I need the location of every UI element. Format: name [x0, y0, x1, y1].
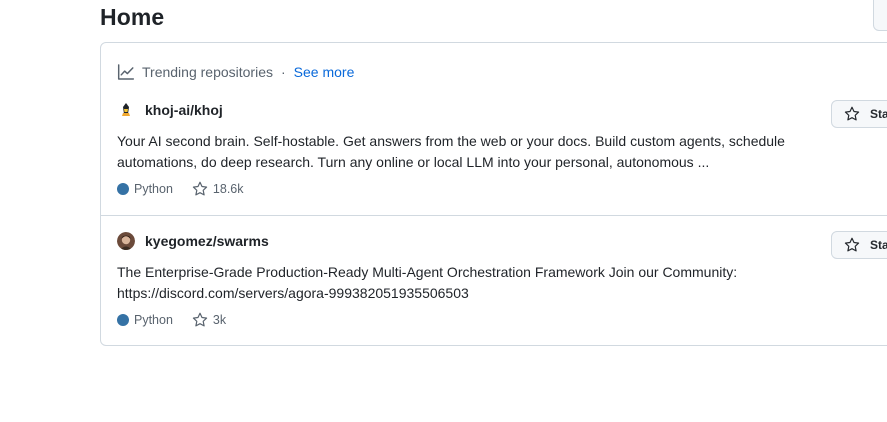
star-icon — [192, 312, 208, 327]
avatar[interactable] — [117, 232, 135, 250]
repo-item: khoj-ai/khoj Your AI second brain. Self-… — [101, 93, 887, 216]
language-color-dot — [117, 314, 129, 326]
star-button[interactable]: Star — [831, 231, 887, 259]
khoj-avatar-icon — [117, 101, 135, 119]
avatar[interactable] — [117, 101, 135, 119]
language-color-dot — [117, 183, 129, 195]
see-more-link[interactable]: See more — [294, 64, 355, 80]
page-title: Home — [100, 4, 165, 30]
star-icon — [844, 106, 860, 121]
trending-title: Trending repositories — [142, 64, 273, 80]
header-separator: · — [281, 64, 286, 80]
repo-name-link[interactable]: khoj-ai/khoj — [145, 102, 223, 118]
trending-header: Trending repositories · See more — [117, 63, 354, 81]
stargazers-link[interactable]: 3k — [192, 312, 226, 328]
repo-description: Your AI second brain. Self-hostable. Get… — [117, 133, 785, 170]
star-count: 18.6k — [212, 182, 244, 196]
graph-icon — [117, 64, 135, 80]
star-button-label: Star — [870, 107, 887, 121]
star-count: 3k — [212, 313, 227, 327]
stargazers-link[interactable]: 18.6k — [192, 181, 244, 197]
page: Home Trending repositories · See more kh… — [0, 0, 887, 422]
repo-heading: kyegomez/swarms — [117, 232, 269, 250]
repo-language: Python — [134, 313, 173, 327]
repo-language: Python — [134, 182, 173, 196]
trending-repositories-card: Trending repositories · See more khoj-ai… — [100, 42, 887, 346]
star-icon — [192, 181, 208, 196]
repo-meta: Python 18.6k — [117, 181, 244, 197]
repo-item: kyegomez/swarms The Enterprise-Grade Pro… — [101, 215, 887, 345]
header-action-button[interactable] — [873, 0, 887, 31]
user-avatar-icon — [117, 232, 135, 250]
star-button[interactable]: Star — [831, 100, 887, 128]
repo-heading: khoj-ai/khoj — [117, 101, 223, 119]
star-button-label: Star — [870, 238, 887, 252]
star-icon — [844, 237, 860, 252]
repo-meta: Python 3k — [117, 312, 226, 328]
repo-description: The Enterprise-Grade Production-Ready Mu… — [117, 264, 738, 301]
repo-name-link[interactable]: kyegomez/swarms — [145, 233, 269, 249]
